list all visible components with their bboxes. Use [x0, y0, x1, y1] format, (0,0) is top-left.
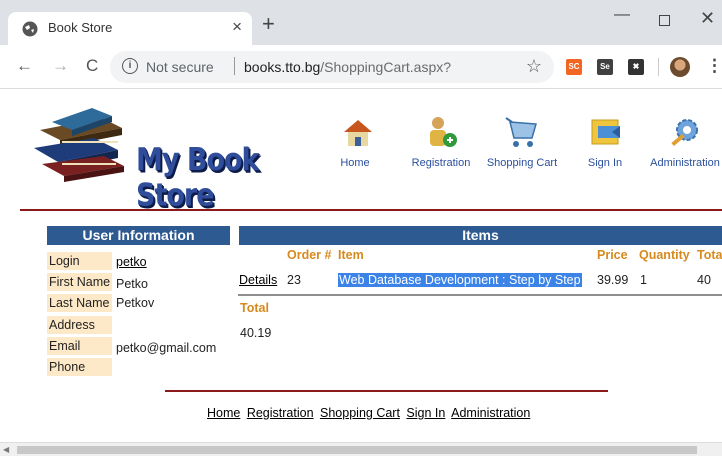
column-total: Tota	[697, 248, 722, 262]
column-quantity: Quantity	[639, 248, 690, 262]
maximize-button[interactable]	[659, 15, 670, 26]
address-separator	[234, 57, 235, 75]
last-name-value: Petkov	[116, 296, 155, 310]
nav-home-label: Home	[340, 157, 370, 169]
browser-tabstrip: Book Store × + — ✕	[0, 0, 722, 45]
column-price: Price	[597, 248, 628, 262]
header-divider	[20, 209, 722, 211]
last-name-label: Last Name	[47, 294, 112, 312]
sign-in-icon	[591, 119, 620, 145]
nav-registration-label: Registration	[411, 157, 471, 169]
toolbar-separator	[658, 58, 659, 76]
scrollbar-thumb[interactable]	[17, 446, 697, 454]
footer-nav: Home Registration Shopping Cart Sign In …	[207, 406, 533, 420]
extension-sc-icon[interactable]: SC	[566, 59, 582, 75]
order-number: 23	[287, 273, 301, 287]
back-button[interactable]: ←	[16, 56, 33, 76]
extension-x-icon[interactable]: ✖	[628, 59, 644, 75]
nav-administration-label: Administration	[650, 157, 720, 169]
first-name-value: Petko	[116, 277, 148, 291]
nav-home[interactable]: Home	[338, 112, 372, 169]
total-value: 40.19	[240, 326, 272, 340]
address-label: Address	[47, 316, 112, 334]
footer-link-home[interactable]: Home	[207, 406, 240, 420]
security-status: Not secure	[146, 59, 214, 75]
nav-shopping-cart-label: Shopping Cart	[486, 157, 558, 169]
total-label: Total	[240, 301, 269, 315]
shopping-cart-icon	[505, 117, 537, 147]
nav-shopping-cart[interactable]: Shopping Cart	[484, 112, 560, 169]
forward-button[interactable]: →	[52, 56, 69, 76]
bookmark-star-icon[interactable]: ☆	[526, 56, 542, 77]
minimize-button[interactable]: —	[614, 6, 630, 24]
tab-close-icon[interactable]: ×	[232, 17, 242, 37]
site-logo-text: My Book Store	[136, 142, 260, 214]
item-total: 40	[697, 273, 711, 287]
nav-registration[interactable]: Registration	[408, 112, 474, 169]
page-content: My Book Store Home Registration Shopping…	[0, 90, 722, 442]
item-quantity: 1	[640, 273, 647, 287]
site-logo[interactable]: My Book Store	[32, 100, 312, 214]
item-title: Web Database Development : Step by Step	[338, 273, 582, 287]
nav-administration[interactable]: Administration	[648, 112, 722, 169]
email-label: Email	[47, 337, 112, 355]
user-info-header: User Information	[47, 226, 230, 245]
extension-se-icon[interactable]: Se	[597, 59, 613, 75]
tab-title: Book Store	[48, 20, 113, 35]
column-item: Item	[338, 248, 364, 262]
url-host: books.tto.bg	[244, 59, 321, 75]
registration-icon	[430, 117, 457, 147]
footer-link-registration[interactable]: Registration	[247, 406, 314, 420]
administration-icon	[671, 119, 698, 147]
books-stack-icon	[34, 108, 124, 182]
footer-link-shopping-cart[interactable]: Shopping Cart	[320, 406, 400, 420]
phone-label: Phone	[47, 358, 112, 376]
browser-menu-icon[interactable]: ⋮	[706, 56, 722, 76]
profile-avatar[interactable]	[670, 57, 690, 77]
footer-link-administration[interactable]: Administration	[451, 406, 530, 420]
details-link[interactable]: Details	[239, 273, 277, 287]
first-name-label: First Name	[47, 273, 112, 291]
item-price: 39.99	[597, 273, 629, 287]
footer-link-sign-in[interactable]: Sign In	[406, 406, 445, 420]
info-icon[interactable]: i	[122, 58, 138, 74]
nav-sign-in-label: Sign In	[587, 157, 623, 169]
url-path: /ShoppingCart.aspx?	[320, 59, 452, 75]
url-text: books.tto.bg/ShoppingCart.aspx?	[244, 59, 451, 75]
browser-toolbar: ← → C i Not secure books.tto.bg/Shopping…	[0, 45, 722, 89]
item-title-text: Web Database Development : Step by Step	[338, 273, 582, 287]
footer-divider	[165, 390, 608, 392]
nav-sign-in[interactable]: Sign In	[586, 112, 624, 169]
login-label: Login	[47, 252, 112, 270]
items-row-divider	[238, 294, 722, 296]
login-link[interactable]: petko	[116, 253, 147, 271]
close-window-button[interactable]: ✕	[700, 8, 715, 29]
email-value: petko@gmail.com	[116, 341, 217, 355]
items-header: Items	[239, 226, 722, 245]
new-tab-button[interactable]: +	[262, 13, 275, 35]
address-bar[interactable]: i Not secure books.tto.bg/ShoppingCart.a…	[110, 51, 554, 83]
reload-button[interactable]: C	[86, 56, 98, 76]
globe-icon	[22, 21, 38, 37]
horizontal-scrollbar[interactable]: ◀	[0, 442, 722, 456]
browser-tab[interactable]: Book Store ×	[8, 12, 252, 45]
column-order: Order #	[287, 248, 332, 262]
scroll-left-arrow-icon[interactable]: ◀	[3, 445, 9, 454]
home-icon	[344, 120, 372, 146]
